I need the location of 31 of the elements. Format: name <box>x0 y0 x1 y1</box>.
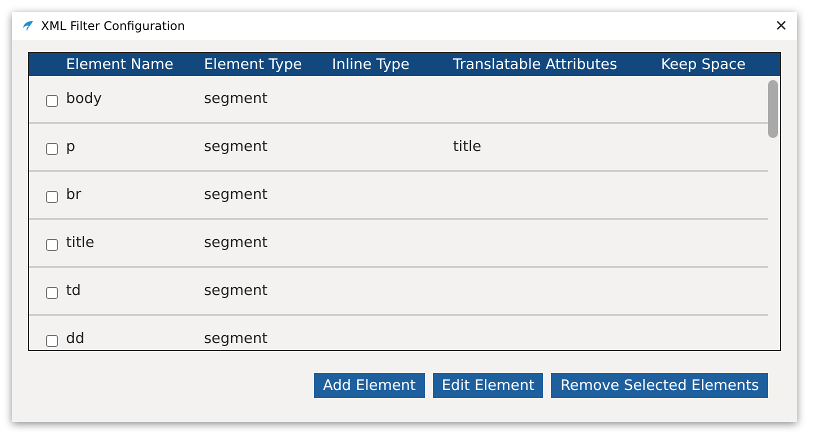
row-checkbox[interactable] <box>46 287 58 299</box>
scrollbar-thumb[interactable] <box>768 80 778 138</box>
table-cell-text: segment <box>204 235 269 251</box>
column-header: Keep Space <box>661 56 746 72</box>
table-cell-text: br <box>66 187 82 203</box>
table-cell-text: td <box>66 283 82 299</box>
action-button[interactable]: Edit Element <box>432 373 544 398</box>
table-cell-text: segment <box>204 283 269 299</box>
table-cell-text: p <box>66 139 76 155</box>
table-cell-text: segment <box>204 187 269 203</box>
row-checkbox[interactable] <box>46 239 58 251</box>
column-header: Element Type <box>204 56 303 72</box>
row-checkbox[interactable] <box>46 95 58 107</box>
table-cell-text: title <box>66 235 96 251</box>
column-header: Inline Type <box>332 56 411 72</box>
table-cell-text: segment <box>204 139 269 155</box>
row-checkbox[interactable] <box>46 191 58 203</box>
bird-icon <box>22 20 34 32</box>
table-cell-text: segment <box>204 91 269 107</box>
column-header: Element Name <box>66 56 174 72</box>
column-header: Translatable Attributes <box>453 56 618 72</box>
window-title: XML Filter Configuration <box>41 19 185 33</box>
action-button[interactable]: Add Element <box>314 373 425 398</box>
table-cell-text: segment <box>204 331 269 347</box>
close-button[interactable]: × <box>771 16 791 36</box>
row-checkbox[interactable] <box>46 143 58 155</box>
table-cell-text: body <box>66 91 103 107</box>
action-button[interactable]: Remove Selected Elements <box>551 373 768 398</box>
table-cell-text: title <box>453 139 482 155</box>
row-checkbox[interactable] <box>46 335 58 347</box>
table-cell-text: dd <box>66 331 86 347</box>
